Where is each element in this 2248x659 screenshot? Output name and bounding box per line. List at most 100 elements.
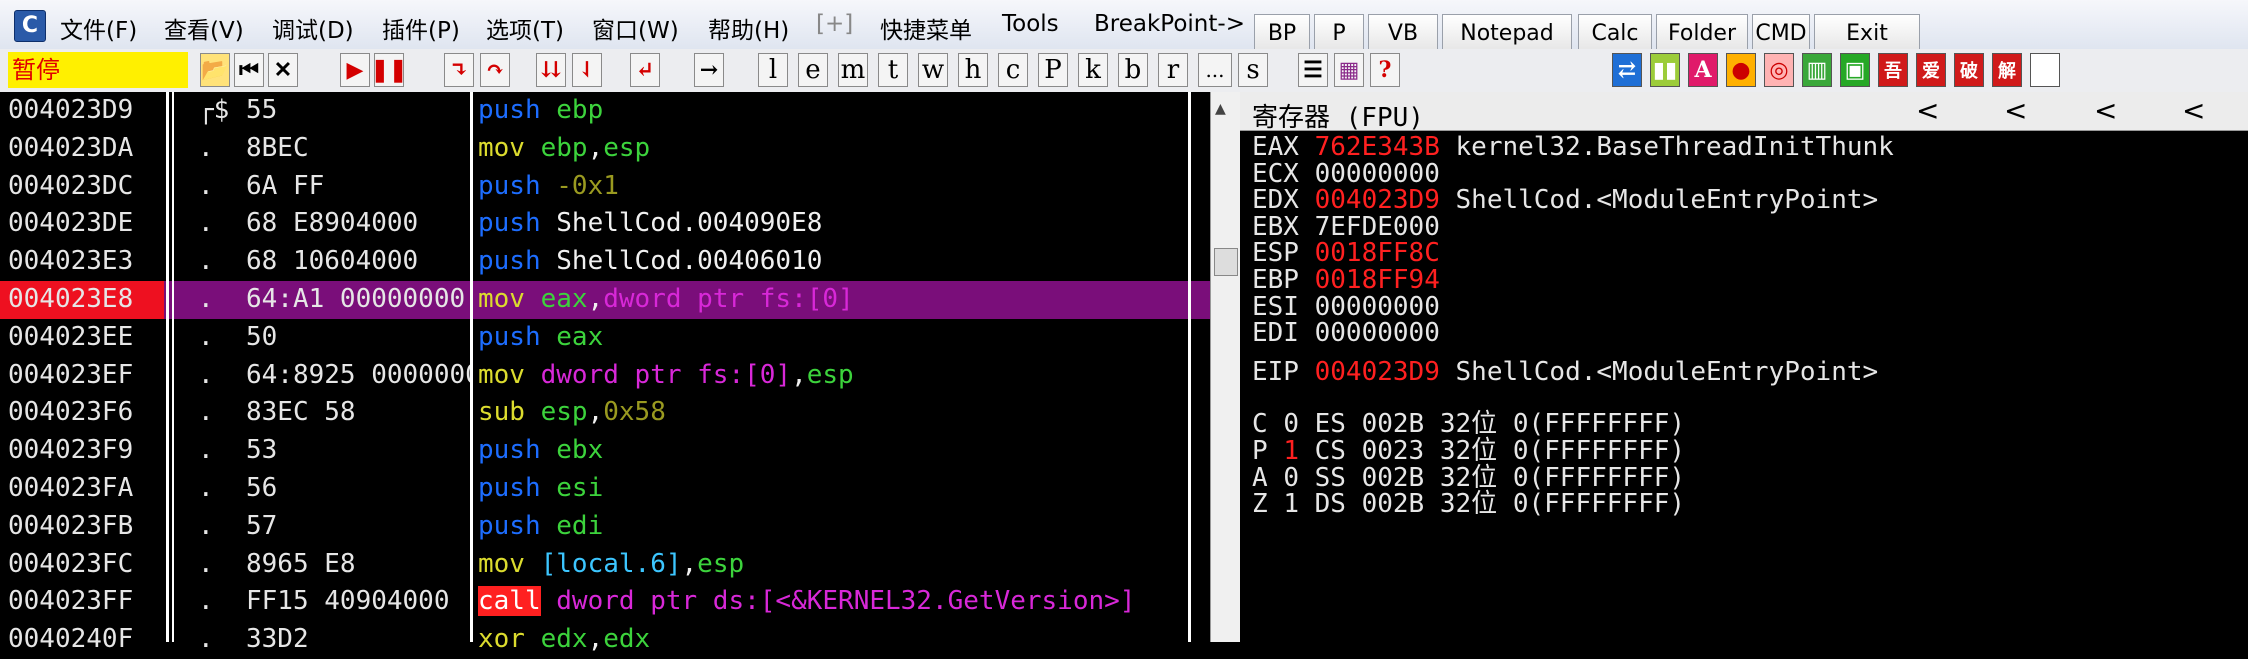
instruction-disassembly[interactable]: push ShellCod.00406010 [478, 246, 1190, 276]
disasm-row[interactable]: 004023F6. 83EC 58 sub esp,0x58 [0, 394, 1210, 432]
disasm-row[interactable]: 004023DA. 8BEC mov ebp,esp [0, 130, 1210, 168]
instruction-hex[interactable]: 6A FF [246, 171, 472, 201]
disasm-row[interactable]: 004023EF. 64:8925 00000000 mov dword ptr f… [0, 357, 1210, 395]
instruction-hex[interactable]: 68 E8904000 [246, 208, 472, 238]
call-stack-button[interactable]: k [1078, 53, 1108, 87]
segment-selector[interactable]: 002B [1362, 489, 1425, 519]
instruction-hex[interactable]: 33D2 [246, 624, 472, 654]
p-button[interactable]: P [1314, 14, 1364, 52]
address-column-divider[interactable] [166, 92, 169, 642]
instruction-address[interactable]: 004023F6 [8, 397, 133, 427]
menu-shortcuts[interactable]: 快捷菜单 [880, 11, 972, 45]
trace-into-icon[interactable]: ⇊ [536, 53, 566, 87]
instruction-disassembly[interactable]: call dword ptr ds:[<&KERNEL32.GetVersion… [478, 586, 1190, 617]
prev-view-arrow-icon[interactable]: < [2094, 94, 2117, 127]
menu-tools[interactable]: Tools [1002, 11, 1059, 37]
menu-options[interactable]: 选项(T) [486, 11, 564, 45]
instruction-address[interactable]: 004023FA [8, 473, 133, 503]
prev-view-arrow-icon[interactable]: < [1916, 94, 1939, 127]
registers-pane[interactable]: 寄存器 (FPU) < < < < EAX 762E343B kernel32.… [1240, 92, 2248, 642]
exit-button[interactable]: Exit [1814, 14, 1920, 52]
instruction-disassembly[interactable]: mov eax,dword ptr fs:[0] [478, 284, 1190, 314]
register-row-esi[interactable]: ESI 00000000 [1252, 292, 1440, 322]
register-row-edx[interactable]: EDX 004023D9 ShellCod.<ModuleEntryPoint> [1252, 185, 1878, 215]
step-into-icon[interactable]: ↴ [444, 53, 474, 87]
a-plugin-icon[interactable]: A [1688, 53, 1718, 87]
instruction-disassembly[interactable]: push ebx [478, 435, 1190, 465]
register-row-esp[interactable]: ESP 0018FF8C [1252, 238, 1440, 268]
goto-icon[interactable]: → [694, 53, 724, 87]
disasm-row[interactable]: 004023FF. FF15 40904000 call dword ptr ds:… [0, 583, 1210, 621]
instruction-disassembly[interactable]: push edi [478, 511, 1190, 541]
register-row-ebx[interactable]: EBX 7EFDE000 [1252, 212, 1440, 242]
grid-icon[interactable]: ▦ [1334, 53, 1364, 87]
instruction-address[interactable]: 004023D9 [8, 95, 133, 125]
register-value[interactable]: 004023D9 [1315, 357, 1440, 387]
comment-column-divider[interactable] [1188, 92, 1191, 642]
notepad-button[interactable]: Notepad [1442, 14, 1572, 52]
source-button[interactable]: s [1238, 53, 1268, 87]
bp-button[interactable]: BP [1254, 14, 1310, 52]
threads-button[interactable]: t [878, 53, 908, 87]
disasm-row[interactable]: 004023FA. 56 push esi [0, 470, 1210, 508]
instruction-disassembly[interactable]: xor edx,edx [478, 624, 1190, 654]
instruction-disassembly[interactable]: push esi [478, 473, 1190, 503]
instruction-address[interactable]: 004023DE [8, 208, 133, 238]
windows-button[interactable]: w [918, 53, 948, 87]
menu-file[interactable]: 文件(F) [60, 11, 137, 45]
register-value[interactable]: 762E343B [1315, 132, 1440, 162]
instruction-address[interactable]: 0040240F [8, 624, 133, 654]
pause-icon[interactable]: ❚❚ [371, 53, 407, 87]
instruction-disassembly[interactable]: sub esp,0x58 [478, 397, 1190, 427]
register-value[interactable]: 00000000 [1315, 318, 1440, 348]
instruction-disassembly[interactable]: push ShellCod.004090E8 [478, 208, 1190, 238]
folder-button[interactable]: Folder [1656, 14, 1748, 52]
instruction-address[interactable]: 004023EF [8, 360, 133, 390]
instruction-hex[interactable]: 50 [246, 322, 472, 352]
instruction-hex[interactable]: 56 [246, 473, 472, 503]
flag-row-z[interactable]: Z 1 DS 002B 32位 0(FFFFFFFF) [1252, 483, 1685, 520]
menu-help[interactable]: 帮助(H) [708, 11, 789, 45]
instruction-hex[interactable]: 83EC 58 [246, 397, 472, 427]
menu-view[interactable]: 查看(V) [164, 11, 244, 45]
modules-button[interactable]: e [798, 53, 828, 87]
love-icon[interactable]: 爱 [1916, 53, 1946, 87]
step-over-icon[interactable]: ↷ [480, 53, 510, 87]
patches-button[interactable]: P [1038, 53, 1068, 87]
refresh-icon[interactable]: ⇄ [1612, 53, 1642, 87]
menu-add[interactable]: [+] [816, 11, 853, 37]
instruction-disassembly[interactable]: push -0x1 [478, 171, 1190, 201]
pause-plugin-icon[interactable]: ▮▮ [1650, 53, 1680, 87]
panel-icon[interactable]: ▣ [1840, 53, 1870, 87]
run-trace-button[interactable]: ... [1198, 53, 1232, 87]
instruction-disassembly[interactable]: mov ebp,esp [478, 133, 1190, 163]
blank-square-icon[interactable] [2030, 53, 2060, 87]
instruction-hex[interactable]: 68 10604000 [246, 246, 472, 276]
log-window-button[interactable]: l [758, 53, 788, 87]
instruction-hex[interactable]: 53 [246, 435, 472, 465]
disasm-row[interactable]: 004023FB. 57 push edi [0, 508, 1210, 546]
menu-breakpoint[interactable]: BreakPoint-> [1094, 11, 1245, 37]
flag-value[interactable]: 1 [1283, 489, 1299, 519]
references-button[interactable]: r [1158, 53, 1188, 87]
register-row-eax[interactable]: EAX 762E343B kernel32.BaseThreadInitThun… [1252, 132, 1894, 162]
menu-window[interactable]: 窗口(W) [592, 11, 679, 45]
instruction-disassembly[interactable]: mov [local.6],esp [478, 549, 1190, 579]
cpu-disassembly-pane[interactable]: 004023D9 ┌$ 55 push ebp 004023DA. 8BEC mov ebp… [0, 92, 1210, 654]
close-icon[interactable]: ✕ [268, 53, 298, 87]
cpu-button[interactable]: c [998, 53, 1028, 87]
disasm-row[interactable]: 004023FC. 8965 E8 mov [local.6],esp [0, 546, 1210, 584]
chart-icon[interactable]: ▥ [1802, 53, 1832, 87]
prev-view-arrow-icon[interactable]: < [2182, 94, 2205, 127]
prev-view-arrow-icon[interactable]: < [2004, 94, 2027, 127]
disasm-row[interactable]: 0040240F. 33D2 xor edx,edx [0, 621, 1210, 659]
disasm-row[interactable]: 004023F9. 53 push ebx [0, 432, 1210, 470]
breakpoints-button[interactable]: b [1118, 53, 1148, 87]
register-value[interactable]: 7EFDE000 [1315, 212, 1440, 242]
memory-button[interactable]: m [838, 53, 868, 87]
handles-button[interactable]: h [958, 53, 988, 87]
disasm-row[interactable]: 004023DE. 68 E8904000 push ShellCod.004090… [0, 205, 1210, 243]
instruction-hex[interactable]: 8BEC [246, 133, 472, 163]
instruction-hex[interactable]: 57 [246, 511, 472, 541]
vb-button[interactable]: VB [1368, 14, 1438, 52]
